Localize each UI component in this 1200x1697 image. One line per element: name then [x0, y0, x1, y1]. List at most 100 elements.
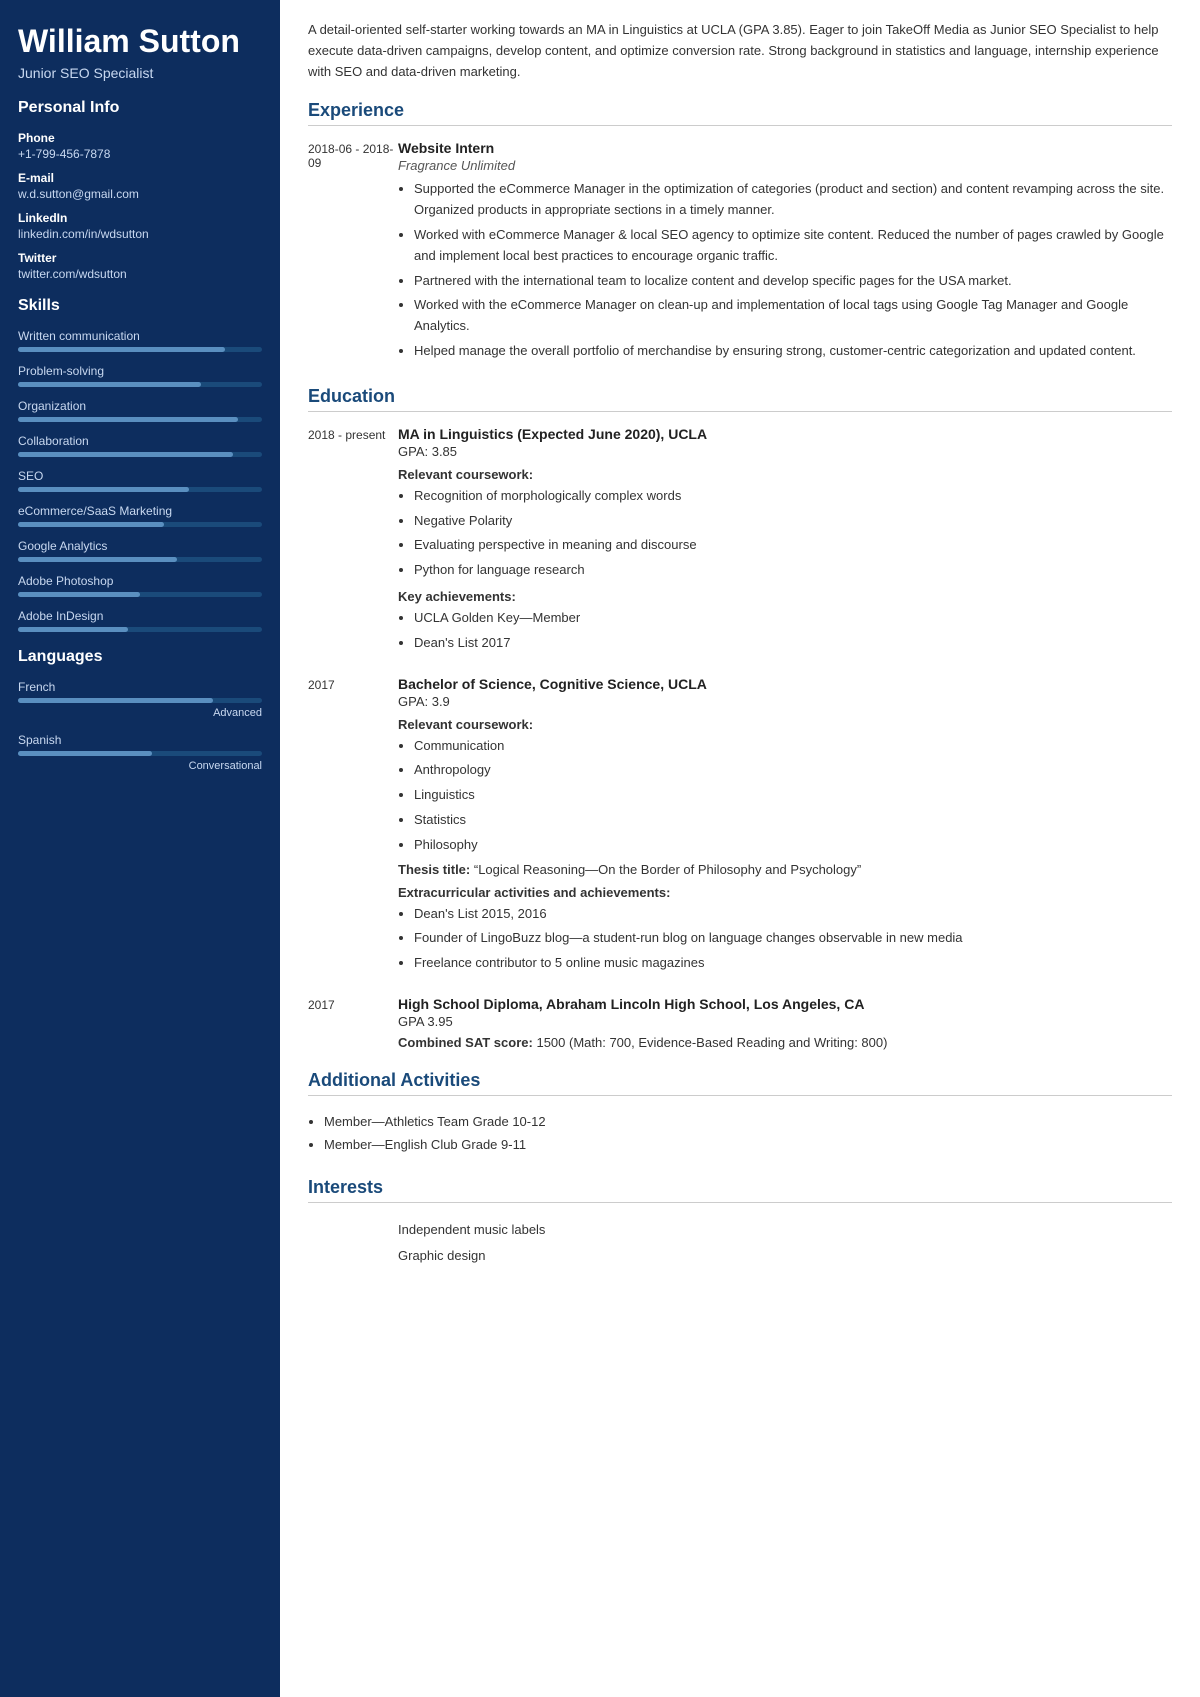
twitter-value: twitter.com/wdsutton [18, 267, 262, 281]
skill-bar-bg [18, 557, 262, 562]
skill-name: Adobe InDesign [18, 609, 262, 623]
skill-bar-fill [18, 417, 238, 422]
interests-list: Independent music labelsGraphic design [308, 1217, 1172, 1269]
summary-text: A detail-oriented self-starter working t… [308, 20, 1172, 82]
skill-bar-fill [18, 522, 164, 527]
coursework-list: Recognition of morphologically complex w… [398, 486, 1172, 581]
skill-bar-bg [18, 417, 262, 422]
thesis-text: “Logical Reasoning—On the Border of Phil… [474, 862, 861, 877]
language-item: Spanish Conversational [18, 733, 262, 772]
education-list: 2018 - present MA in Linguistics (Expect… [308, 426, 1172, 1050]
coursework-item: Negative Polarity [414, 511, 1172, 532]
skill-item: Adobe Photoshop [18, 574, 262, 597]
skill-bar-bg [18, 627, 262, 632]
main-content: A detail-oriented self-starter working t… [280, 0, 1200, 1697]
achievements-label: Key achievements: [398, 589, 1172, 604]
activities-list: Member—Athletics Team Grade 10-12Member—… [308, 1110, 1172, 1157]
education-entry: 2018 - present MA in Linguistics (Expect… [308, 426, 1172, 658]
language-level: Conversational [18, 760, 262, 772]
thesis-label: Thesis title: [398, 862, 470, 877]
education-content: Bachelor of Science, Cognitive Science, … [398, 676, 1172, 978]
coursework-item: Recognition of morphologically complex w… [414, 486, 1172, 507]
skill-bar-fill [18, 627, 128, 632]
skill-bar-fill [18, 487, 189, 492]
extra-list: Dean's List 2015, 2016 Founder of LingoBu… [398, 904, 1172, 974]
languages-list: French Advanced Spanish Conversational [18, 680, 262, 772]
language-name: Spanish [18, 733, 262, 747]
activities-section: Additional Activities Member—Athletics T… [308, 1070, 1172, 1157]
language-name: French [18, 680, 262, 694]
linkedin-label: LinkedIn [18, 211, 262, 225]
experience-bullet: Partnered with the international team to… [414, 271, 1172, 292]
linkedin-value: linkedin.com/in/wdsutton [18, 227, 262, 241]
language-bar-bg [18, 751, 262, 756]
experience-bullet: Helped manage the overall portfolio of m… [414, 341, 1172, 362]
phone-value: +1-799-456-7878 [18, 147, 262, 161]
skill-name: Problem-solving [18, 364, 262, 378]
coursework-label: Relevant coursework: [398, 717, 1172, 732]
skill-item: Problem-solving [18, 364, 262, 387]
education-date: 2017 [308, 996, 398, 1050]
skill-item: Adobe InDesign [18, 609, 262, 632]
language-bar-fill [18, 698, 213, 703]
sat-value: 1500 (Math: 700, Evidence-Based Reading … [536, 1035, 887, 1050]
skill-name: Organization [18, 399, 262, 413]
experience-section: Experience 2018-06 - 2018-09 Website Int… [308, 100, 1172, 365]
coursework-item: Evaluating perspective in meaning and di… [414, 535, 1172, 556]
language-bar-fill [18, 751, 152, 756]
education-title: High School Diploma, Abraham Lincoln Hig… [398, 996, 1172, 1012]
extra-item: Founder of LingoBuzz blog—a student-run … [414, 928, 1172, 949]
sat-label: Combined SAT score: [398, 1035, 533, 1050]
twitter-label: Twitter [18, 251, 262, 265]
coursework-item: Anthropology [414, 760, 1172, 781]
experience-list: 2018-06 - 2018-09 Website Intern Fragran… [308, 140, 1172, 365]
extra-item: Dean's List 2015, 2016 [414, 904, 1172, 925]
skill-name: eCommerce/SaaS Marketing [18, 504, 262, 518]
education-section: Education 2018 - present MA in Linguisti… [308, 386, 1172, 1050]
skill-name: Written communication [18, 329, 262, 343]
experience-section-title: Experience [308, 100, 1172, 126]
skill-name: Adobe Photoshop [18, 574, 262, 588]
skill-name: Google Analytics [18, 539, 262, 553]
skill-bar-bg [18, 592, 262, 597]
email-value: w.d.sutton@gmail.com [18, 187, 262, 201]
skill-bar-fill [18, 557, 177, 562]
coursework-item: Philosophy [414, 835, 1172, 856]
coursework-item: Communication [414, 736, 1172, 757]
experience-content: Website Intern Fragrance Unlimited Suppo… [398, 140, 1172, 365]
achievement-item: Dean's List 2017 [414, 633, 1172, 654]
experience-bullet: Supported the eCommerce Manager in the o… [414, 179, 1172, 221]
skill-bar-bg [18, 382, 262, 387]
experience-date: 2018-06 - 2018-09 [308, 140, 398, 365]
sidebar: William Sutton Junior SEO Specialist Per… [0, 0, 280, 1697]
skills-list: Written communication Problem-solving Or… [18, 329, 262, 632]
education-date: 2018 - present [308, 426, 398, 658]
coursework-item: Python for language research [414, 560, 1172, 581]
education-date: 2017 [308, 676, 398, 978]
interests-section-title: Interests [308, 1177, 1172, 1203]
education-entry: 2017 High School Diploma, Abraham Lincol… [308, 996, 1172, 1050]
education-title: Bachelor of Science, Cognitive Science, … [398, 676, 1172, 692]
skill-name: SEO [18, 469, 262, 483]
interest-item: Graphic design [308, 1243, 1172, 1269]
language-level: Advanced [18, 707, 262, 719]
achievement-item: UCLA Golden Key—Member [414, 608, 1172, 629]
skill-name: Collaboration [18, 434, 262, 448]
skill-item: SEO [18, 469, 262, 492]
sat-line: Combined SAT score: 1500 (Math: 700, Evi… [398, 1035, 1172, 1050]
experience-org: Fragrance Unlimited [398, 158, 1172, 173]
candidate-name: William Sutton [18, 24, 262, 59]
activity-item: Member—Athletics Team Grade 10-12 [324, 1110, 1172, 1133]
skill-bar-bg [18, 452, 262, 457]
activity-item: Member—English Club Grade 9-11 [324, 1133, 1172, 1156]
skill-bar-fill [18, 382, 201, 387]
skill-item: eCommerce/SaaS Marketing [18, 504, 262, 527]
skills-section-title: Skills [18, 297, 262, 319]
education-content: MA in Linguistics (Expected June 2020), … [398, 426, 1172, 658]
skill-bar-bg [18, 487, 262, 492]
skill-item: Collaboration [18, 434, 262, 457]
education-entry: 2017 Bachelor of Science, Cognitive Scie… [308, 676, 1172, 978]
skill-bar-bg [18, 347, 262, 352]
language-bar-bg [18, 698, 262, 703]
skill-item: Organization [18, 399, 262, 422]
